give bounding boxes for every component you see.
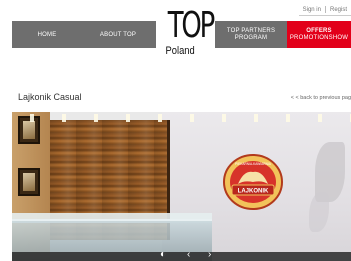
- sign-top-text: PIEKARNIA-KAWIARNIA: [235, 162, 272, 166]
- slideshow-controls: ◐ ‹ ›: [12, 249, 351, 261]
- nav-about[interactable]: ABOUT TOP: [80, 21, 156, 48]
- sign-brand-text: LAJKONIK: [238, 189, 269, 195]
- nav-home[interactable]: HOME: [12, 21, 82, 48]
- nav-offers[interactable]: OFFERS PROMOTIONSHOW: [287, 21, 351, 48]
- register-link[interactable]: Regist: [326, 7, 351, 13]
- wall-frame: [18, 168, 40, 196]
- page-title: Lajkonik Casual: [18, 92, 82, 102]
- ceiling-lights: [12, 114, 351, 122]
- top-poland-logo[interactable]: TOP Poland: [163, 5, 216, 58]
- nav-offers-line2: PROMOTIONSHOW: [289, 34, 349, 41]
- next-slide-icon[interactable]: ›: [208, 250, 211, 260]
- logo-country-text: Poland: [165, 45, 195, 57]
- nav-partners-line1: TOP PARTNERS: [226, 27, 276, 34]
- prev-slide-icon[interactable]: ‹: [187, 250, 190, 260]
- logo-top-text: TOP: [167, 5, 216, 46]
- venue-photo: LAJKONIK PIEKARNIA-KAWIARNIA: [12, 112, 351, 261]
- topbar-divider: [298, 15, 351, 16]
- slideshow-counter-icon: ◐: [160, 249, 167, 260]
- nav-home-label: HOME: [37, 31, 57, 38]
- back-to-previous-link[interactable]: < < back to previous pag: [291, 95, 351, 101]
- nav-offers-line1: OFFERS: [306, 27, 332, 34]
- nav-partners-line2: PROGRAM: [234, 34, 268, 41]
- nav-about-label: ABOUT TOP: [99, 31, 137, 38]
- sign-in-link[interactable]: Sign in: [299, 7, 325, 13]
- account-links: Sign in Regist: [298, 6, 351, 16]
- lajkonik-sign-logo: LAJKONIK PIEKARNIA-KAWIARNIA: [223, 154, 283, 210]
- nav-partners-program[interactable]: TOP PARTNERS PROGRAM: [215, 21, 287, 48]
